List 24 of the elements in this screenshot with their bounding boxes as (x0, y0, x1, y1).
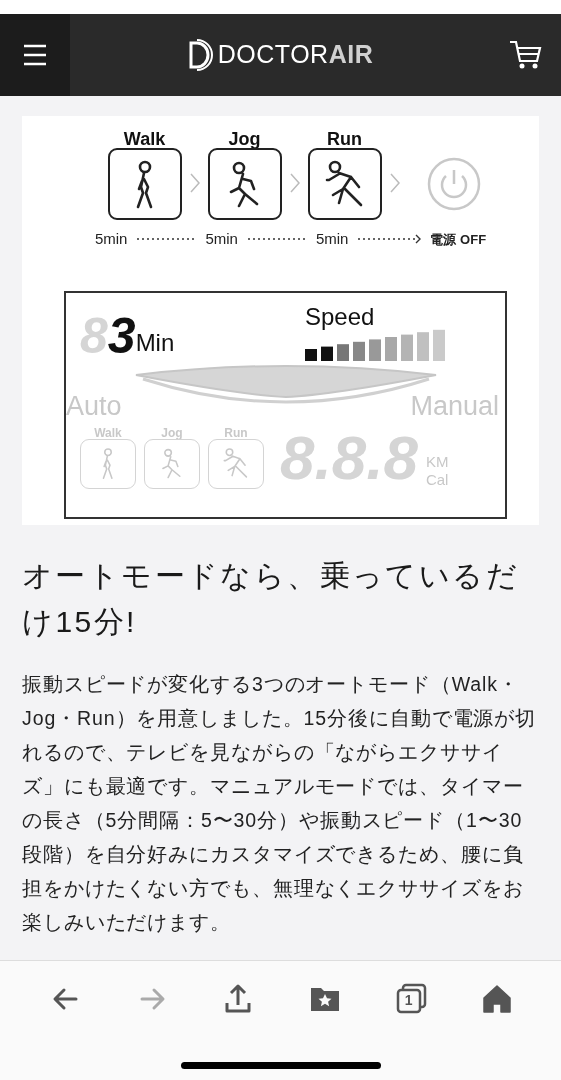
running-figure-icon (223, 447, 249, 480)
brand-logo[interactable]: DOCTORAIR (217, 36, 374, 74)
timer-unit: Min (135, 327, 175, 358)
mode-label: Walk (123, 130, 166, 148)
logo-mark-icon (187, 38, 214, 72)
menu-icon (22, 42, 48, 68)
tab-count: 1 (404, 991, 413, 1010)
timer-digit: 3 (107, 310, 136, 361)
duration-label: 5min (315, 229, 349, 249)
timer-digit: 8 (80, 310, 108, 361)
menu-button[interactable] (0, 14, 70, 96)
dotted-arrow (356, 234, 423, 245)
description-paragraph: 振動スピードが変化する3つのオートモード（Walk・Jog・Run）を用意しました。15分後に自動で電源が切れるので、テレビを見ながらの「ながらエクササイズ」にも最適です。マニュアルモードでは、タイマーの長さ（5分間隔：5〜30分）や振動スピード（1〜30段階）を自分好みにカスタマイズできるため、腰に負担をかけたくない方でも、無理なくエクササイズをお楽しみいただけます。 (22, 672, 538, 935)
power-off-label: 電源 OFF (430, 230, 487, 249)
duration-label: 5min (94, 229, 128, 249)
tabs-button[interactable]: 1 (390, 979, 431, 1019)
power-icon (425, 156, 482, 212)
running-figure-icon (324, 159, 365, 209)
cart-icon (509, 39, 543, 71)
section-heading: オートモードなら、乗っているだけ15分! (22, 558, 520, 640)
mode-label: Run (327, 130, 362, 148)
mode-label: Jog (228, 130, 261, 148)
duration-label: 5min (205, 229, 238, 249)
speed-label: Speed (305, 304, 376, 329)
